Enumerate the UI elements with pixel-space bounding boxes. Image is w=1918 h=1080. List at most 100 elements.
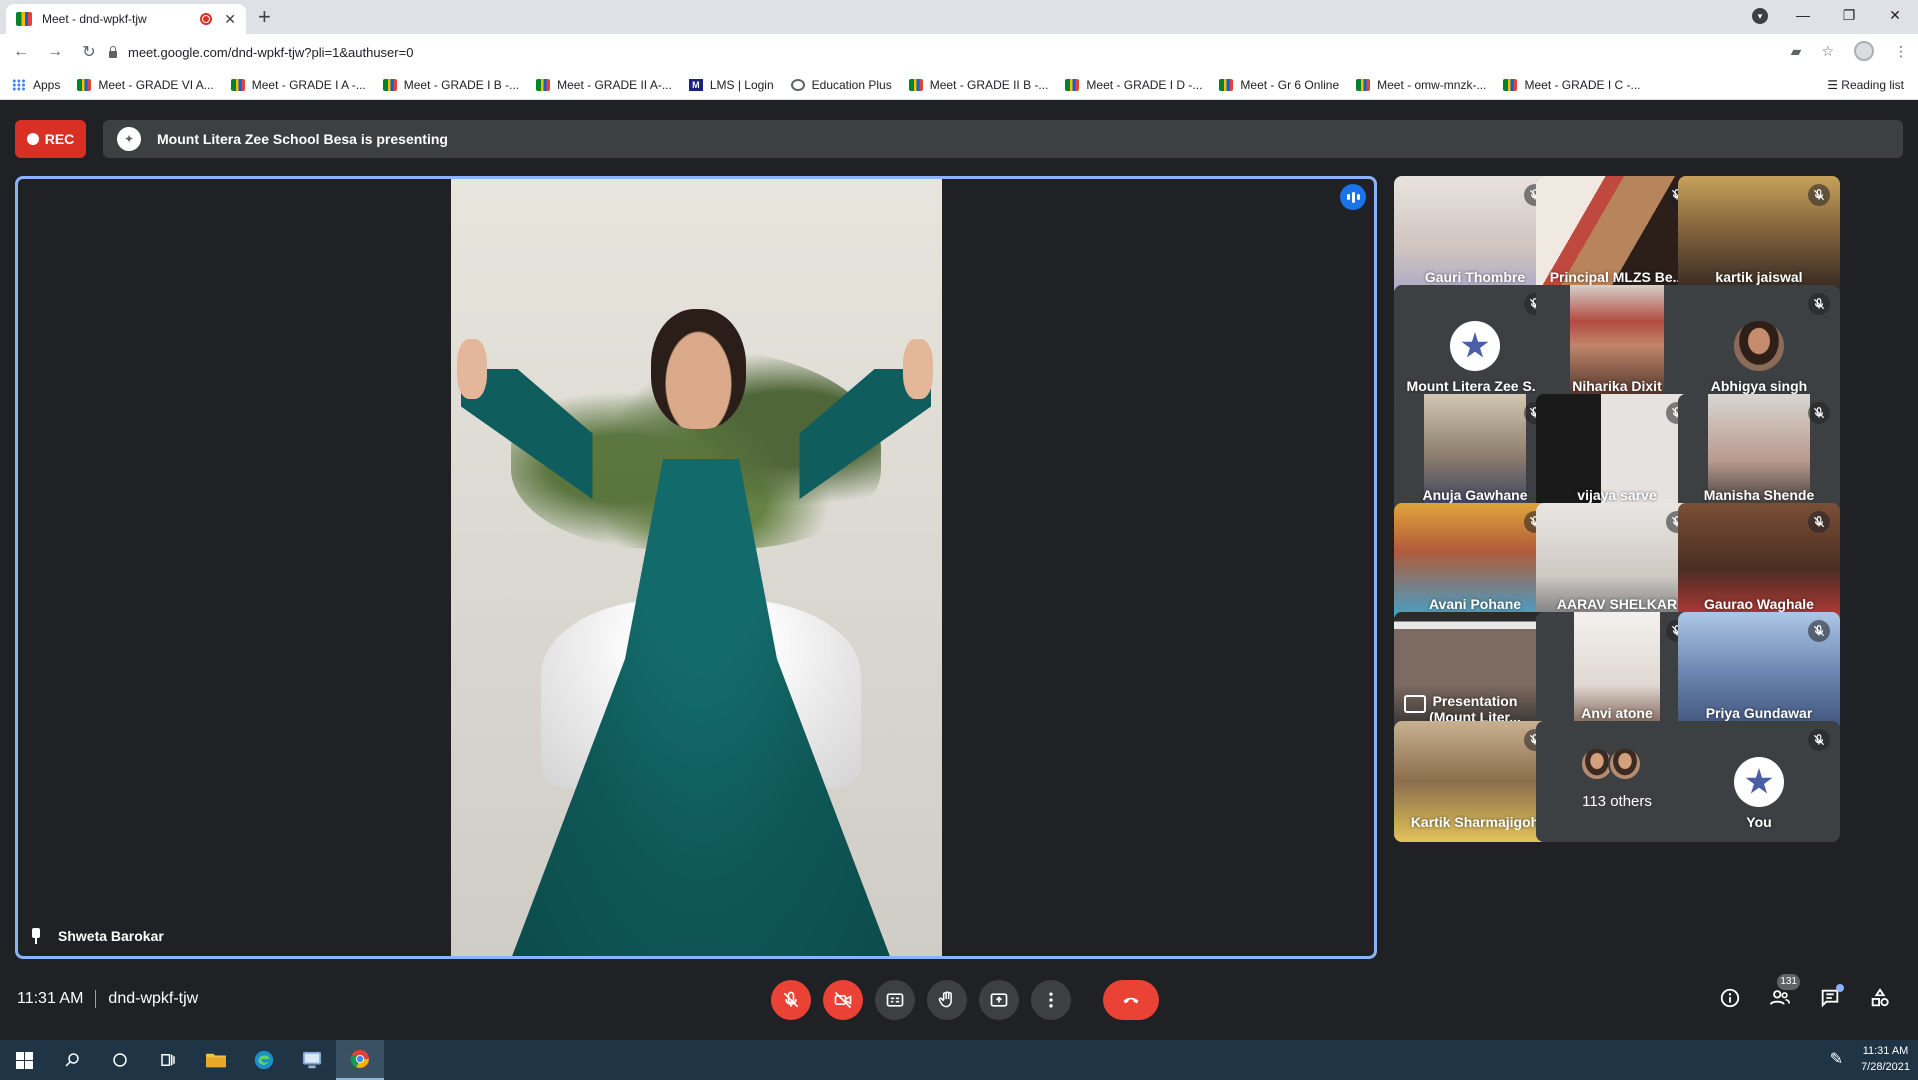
speaker-head bbox=[651, 309, 746, 429]
participant-tile[interactable]: Manisha Shende bbox=[1678, 394, 1840, 515]
lock-icon[interactable] bbox=[108, 46, 118, 58]
bookmark-star-icon[interactable]: ☆ bbox=[1821, 43, 1834, 60]
bookmark-item[interactable]: Meet - GRADE II B -... bbox=[908, 77, 1049, 92]
bookmark-item[interactable]: M LMS | Login bbox=[688, 78, 774, 92]
bookmark-item[interactable]: Meet - GRADE I D -... bbox=[1065, 78, 1202, 92]
meet-icon bbox=[382, 78, 397, 91]
participant-tile[interactable]: kartik jaiswal bbox=[1678, 176, 1840, 297]
pin-icon[interactable] bbox=[30, 928, 42, 944]
taskbar-date: 7/28/2021 bbox=[1861, 1061, 1910, 1073]
participant-tile[interactable]: You bbox=[1678, 721, 1840, 842]
forward-icon[interactable]: → bbox=[42, 43, 68, 61]
participant-tile[interactable]: Anuja Gawhane bbox=[1394, 394, 1556, 515]
minimize-icon[interactable]: — bbox=[1780, 7, 1826, 23]
present-screen-icon bbox=[990, 993, 1008, 1007]
camera-in-use-icon[interactable]: ▰ bbox=[1791, 43, 1802, 60]
tab-title: Meet - dnd-wpkf-tjw bbox=[42, 12, 147, 26]
window-controls: — ❐ ✕ bbox=[1780, 0, 1918, 30]
raise-hand-button[interactable] bbox=[927, 980, 967, 1020]
pen-workspace-icon[interactable]: ✎ bbox=[1830, 1049, 1843, 1069]
meeting-details-button[interactable] bbox=[1718, 986, 1742, 1010]
others-avatars bbox=[1580, 747, 1642, 781]
bookmark-item[interactable]: Meet - omw-mnzk-... bbox=[1356, 78, 1486, 92]
tab-close-icon[interactable]: ✕ bbox=[224, 11, 236, 28]
participant-tile[interactable]: Principal MLZS Be... bbox=[1536, 176, 1698, 297]
participant-name: Priya Gundawar bbox=[1705, 705, 1813, 721]
participant-tile[interactable]: Avani Pohane bbox=[1394, 503, 1556, 624]
bookmark-item[interactable]: Education Plus bbox=[790, 78, 892, 92]
chrome-taskbar-button[interactable] bbox=[336, 1040, 384, 1080]
participant-tile[interactable]: Kartik Sharmajigoh bbox=[1394, 721, 1556, 842]
browser-tab-meet[interactable]: Meet - dnd-wpkf-tjw ✕ bbox=[6, 4, 246, 34]
info-icon bbox=[1720, 988, 1740, 1008]
folder-icon bbox=[206, 1053, 226, 1068]
computer-app-button[interactable] bbox=[288, 1040, 336, 1080]
reading-list-button[interactable]: ☰ Reading list bbox=[1827, 78, 1904, 92]
speaker-left-hand bbox=[457, 339, 487, 399]
participant-tile[interactable]: vijaya sarve bbox=[1536, 394, 1698, 515]
start-button[interactable] bbox=[0, 1040, 48, 1080]
pinned-video-stage[interactable]: Shweta Barokar bbox=[15, 176, 1377, 959]
microphone-toggle-button[interactable] bbox=[771, 980, 811, 1020]
pinned-participant-label: Shweta Barokar bbox=[30, 928, 164, 944]
bookmark-label: Meet - GRADE II B -... bbox=[929, 77, 1049, 92]
captions-button[interactable] bbox=[875, 980, 915, 1020]
cortana-button[interactable] bbox=[96, 1040, 144, 1080]
profile-avatar[interactable] bbox=[1854, 41, 1874, 61]
bookmark-item[interactable]: Meet - GRADE VI A... bbox=[77, 78, 214, 92]
bookmark-label: Meet - GRADE II A-... bbox=[557, 77, 672, 92]
bookmark-item[interactable]: Meet - Gr 6 Online bbox=[1219, 78, 1339, 92]
cortana-circle-icon bbox=[113, 1053, 127, 1067]
camera-toggle-button[interactable] bbox=[823, 980, 863, 1020]
address-bar[interactable]: meet.google.com/dnd-wpkf-tjw?pli=1&authu… bbox=[108, 38, 1788, 66]
chat-button[interactable] bbox=[1818, 984, 1844, 1010]
url-text[interactable]: meet.google.com/dnd-wpkf-tjw?pli=1&authu… bbox=[128, 45, 413, 60]
bookmark-item[interactable]: Meet - GRADE II A-... bbox=[536, 78, 672, 92]
hang-up-icon bbox=[1123, 997, 1139, 1004]
recording-badge[interactable]: REC bbox=[15, 120, 86, 158]
bookmark-label: Meet - GRADE I C -... bbox=[1524, 77, 1641, 92]
bookmark-item[interactable]: Apps bbox=[12, 78, 60, 92]
search-button[interactable] bbox=[48, 1040, 96, 1080]
file-explorer-button[interactable] bbox=[192, 1040, 240, 1080]
participants-button[interactable]: 131 bbox=[1768, 974, 1800, 1010]
participant-tile[interactable]: Mount Litera Zee S... bbox=[1394, 285, 1556, 406]
bookmark-item[interactable]: Meet - GRADE I B -... bbox=[382, 78, 519, 92]
more-options-button[interactable] bbox=[1031, 980, 1071, 1020]
participant-tile[interactable]: Priya Gundawar bbox=[1678, 612, 1840, 733]
participant-name: Mount Litera Zee S... bbox=[1406, 378, 1544, 394]
bookmark-item[interactable]: Meet - GRADE I A -... bbox=[230, 78, 366, 92]
search-icon bbox=[65, 1053, 79, 1067]
mic-muted-icon bbox=[1808, 511, 1830, 533]
edge-browser-button[interactable] bbox=[240, 1040, 288, 1080]
tab-search-icon[interactable]: ▾ bbox=[1752, 8, 1768, 24]
present-now-button[interactable] bbox=[979, 980, 1019, 1020]
participant-tile[interactable]: Abhigya singh bbox=[1678, 285, 1840, 406]
speaking-indicator-icon bbox=[1340, 184, 1366, 210]
participant-tile[interactable]: Anvi atone bbox=[1536, 612, 1698, 733]
participant-tile[interactable]: Gaurao Waghale bbox=[1678, 503, 1840, 624]
edge-icon bbox=[254, 1050, 274, 1070]
restore-icon[interactable]: ❐ bbox=[1826, 7, 1872, 24]
taskbar-clock[interactable]: 11:31 AM 7/28/2021 bbox=[1861, 1043, 1910, 1075]
leave-call-button[interactable] bbox=[1103, 980, 1159, 1020]
participant-tile[interactable]: AARAV SHELKAR bbox=[1536, 503, 1698, 624]
browser-menu-icon[interactable]: ⋮ bbox=[1894, 43, 1908, 60]
back-icon[interactable]: ← bbox=[8, 43, 34, 61]
task-view-icon bbox=[161, 1054, 175, 1066]
participant-name: Niharika Dixit bbox=[1572, 378, 1662, 394]
bookmark-item[interactable]: Meet - GRADE I C -... bbox=[1503, 78, 1640, 92]
participant-tile[interactable]: Presentation (Mount Liter... bbox=[1394, 612, 1556, 733]
reload-icon[interactable]: ↻ bbox=[76, 42, 102, 62]
task-view-button[interactable] bbox=[144, 1040, 192, 1080]
apps-grid-icon bbox=[12, 78, 26, 91]
participant-tile[interactable]: Niharika Dixit bbox=[1536, 285, 1698, 406]
participant-tile[interactable]: Gauri Thombre bbox=[1394, 176, 1556, 297]
new-tab-button[interactable]: + bbox=[258, 5, 271, 29]
participant-grid: Gauri Thombre Principal MLZS Be... kartik … bbox=[1394, 176, 1904, 960]
recording-indicator-icon bbox=[200, 13, 213, 25]
others-tile[interactable]: 113 others bbox=[1536, 721, 1698, 842]
activities-button[interactable] bbox=[1868, 986, 1892, 1010]
mic-muted-icon bbox=[1808, 729, 1830, 751]
window-close-icon[interactable]: ✕ bbox=[1872, 7, 1918, 24]
